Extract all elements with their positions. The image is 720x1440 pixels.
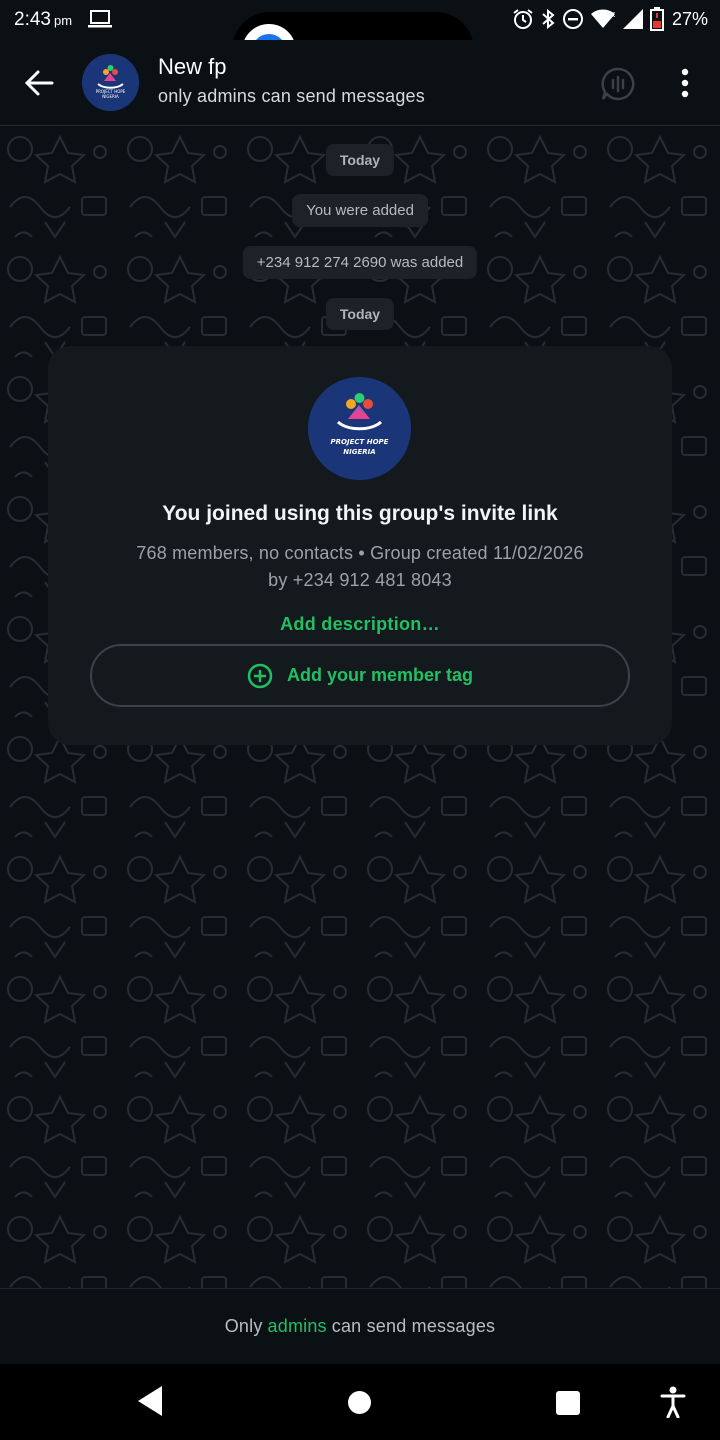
add-description-link[interactable]: Add description… [48, 614, 672, 635]
admins-only-footer: Only admins can send messages [0, 1288, 720, 1364]
group-avatar-large[interactable]: PROJECT HOPE NIGERIA [308, 377, 411, 480]
chat-area[interactable]: Today You were added +234 912 274 2690 w… [0, 127, 720, 1288]
nav-back-icon[interactable] [136, 1384, 164, 1418]
date-chip: Today [325, 144, 395, 176]
add-circle-icon [247, 663, 273, 688]
nav-recents-icon[interactable] [556, 1391, 580, 1415]
signal-icon [622, 9, 643, 29]
add-member-tag-button[interactable]: Add your member tag [90, 644, 630, 707]
battery-icon [649, 7, 664, 31]
svg-text:PROJECT HOPE: PROJECT HOPE [331, 438, 389, 446]
battery-percent: 27% [671, 8, 708, 29]
admins-link[interactable]: admins [268, 1316, 327, 1337]
svg-text:NIGERIA: NIGERIA [343, 448, 375, 456]
footer-text: can send messages [331, 1316, 496, 1336]
project-hope-logo-icon: PROJECT HOPE NIGERIA [82, 54, 139, 111]
project-hope-logo-icon: PROJECT HOPE NIGERIA [308, 377, 411, 480]
group-meta-line: by +234 912 481 8043 [268, 570, 452, 590]
group-avatar[interactable]: PROJECT HOPE NIGERIA [82, 54, 139, 111]
back-arrow-icon[interactable] [22, 66, 56, 100]
alarm-icon [513, 9, 533, 29]
voice-chat-icon[interactable] [600, 66, 636, 102]
system-message: +234 912 274 2690 was added [242, 246, 478, 279]
group-meta: 768 members, no contacts • Group created… [88, 540, 632, 594]
accessibility-icon[interactable] [660, 1386, 686, 1418]
chat-header: PROJECT HOPE NIGERIA New fp only admins … [0, 40, 720, 126]
bluetooth-icon [542, 8, 555, 30]
system-message: You were added [292, 194, 428, 227]
system-nav-bar [0, 1364, 720, 1440]
status-icons: x 27% [512, 7, 708, 31]
group-meta-line: 768 members, no contacts • Group created… [136, 543, 584, 563]
group-title[interactable]: New fp [158, 54, 226, 80]
wifi-icon: x [590, 9, 616, 28]
status-time: 2:43 pm [14, 9, 73, 30]
footer-text: Only [224, 1316, 263, 1336]
nav-home-icon[interactable] [348, 1391, 371, 1414]
invite-link-title: You joined using this group's invite lin… [162, 502, 558, 525]
add-member-tag-label: Add your member tag [286, 665, 474, 685]
more-options-icon[interactable] [670, 64, 700, 104]
group-subtitle[interactable]: only admins can send messages [158, 86, 425, 107]
group-info-card: PROJECT HOPE NIGERIA You joined using th… [48, 346, 672, 745]
date-chip: Today [325, 298, 395, 330]
dnd-icon [562, 9, 583, 29]
svg-text:x: x [610, 10, 616, 20]
svg-text:NIGERIA: NIGERIA [102, 94, 119, 99]
laptop-icon [88, 10, 112, 28]
